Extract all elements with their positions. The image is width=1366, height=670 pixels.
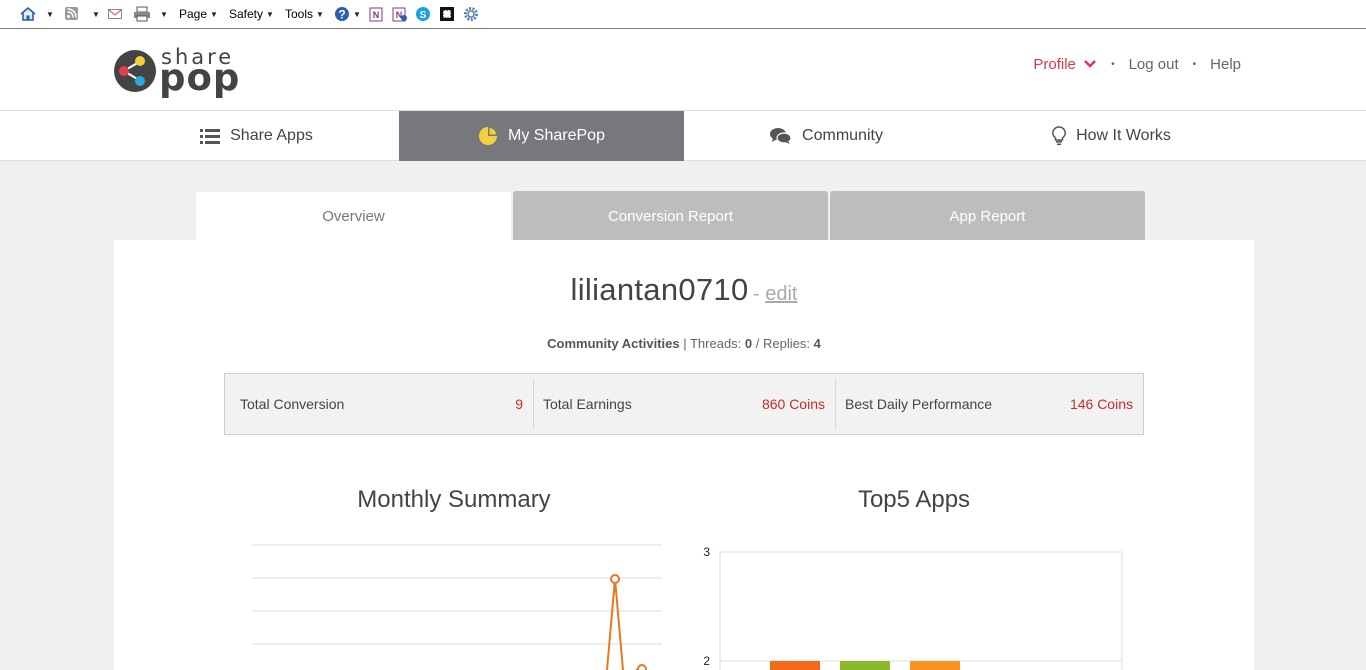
help-question-icon: ? bbox=[335, 7, 349, 22]
svg-text:S: S bbox=[420, 10, 427, 21]
site-header: share pop Profile • Log out • Help bbox=[0, 29, 1366, 111]
stat-label: Best Daily Performance bbox=[845, 396, 993, 412]
safety-menu[interactable]: Safety ▼ bbox=[229, 5, 274, 23]
nav-my-sharepop[interactable]: My SharePop bbox=[399, 111, 684, 161]
help-link[interactable]: Help bbox=[1210, 56, 1241, 73]
nav-label: Share Apps bbox=[230, 127, 313, 144]
edit-prefix: - bbox=[752, 283, 766, 305]
logo-share-icon bbox=[114, 50, 156, 92]
mail-button[interactable] bbox=[107, 5, 123, 23]
gear-icon bbox=[464, 7, 478, 21]
chevron-down-icon bbox=[1084, 60, 1096, 68]
community-activities-label: Community Activities bbox=[547, 336, 680, 351]
nav-label: How It Works bbox=[1076, 127, 1171, 144]
separator-dot: • bbox=[1111, 59, 1115, 70]
bar[interactable] bbox=[910, 661, 960, 670]
list-icon bbox=[200, 129, 221, 144]
svg-text:?: ? bbox=[338, 8, 345, 22]
username: liliantan0710 bbox=[570, 272, 749, 307]
tools-menu[interactable]: Tools ▼ bbox=[285, 5, 324, 23]
stat-value: 860 Coins bbox=[761, 396, 825, 412]
home-button[interactable]: ▼ bbox=[19, 5, 54, 23]
stat-label: Total Earnings bbox=[543, 396, 632, 412]
page-menu[interactable]: Page ▼ bbox=[179, 5, 218, 23]
stat-total-earnings: Total Earnings 860 Coins bbox=[528, 374, 835, 434]
nav-community[interactable]: Community bbox=[684, 111, 969, 161]
pie-chart-icon bbox=[479, 127, 498, 145]
replies-label: Replies: bbox=[763, 336, 810, 351]
rss-feed-icon bbox=[65, 7, 78, 20]
logo-pop-text: pop bbox=[159, 56, 241, 99]
home-icon bbox=[20, 6, 36, 21]
nav-how-it-works[interactable]: How It Works bbox=[969, 111, 1254, 161]
feeds-button[interactable]: ▼ bbox=[64, 5, 100, 23]
main-nav: Share Apps My SharePop Community How It … bbox=[0, 111, 1366, 161]
onenote-icon: N bbox=[369, 7, 383, 22]
browser-command-bar: ▼ ▼ ▼ Page ▼ Safety ▼ Tools ▼ ? ▼ N N S bbox=[0, 0, 1366, 29]
stat-value: 146 Coins bbox=[1069, 396, 1133, 412]
nav-label: Community bbox=[802, 127, 883, 144]
top5-apps-chart: 3 2 bbox=[703, 545, 1123, 670]
y-tick-label: 2 bbox=[703, 654, 710, 668]
monthly-summary-chart bbox=[252, 544, 662, 670]
skype-button[interactable]: S bbox=[415, 5, 431, 23]
stat-best-daily: Best Daily Performance 146 Coins bbox=[830, 374, 1143, 434]
edit-profile-link[interactable]: edit bbox=[765, 283, 797, 305]
top5-apps-title: Top5 Apps bbox=[857, 486, 971, 513]
monthly-summary-title: Monthly Summary bbox=[357, 486, 551, 513]
tab-overview[interactable]: Overview bbox=[196, 192, 511, 241]
mail-icon bbox=[108, 9, 122, 19]
screenshot-button[interactable] bbox=[439, 5, 455, 23]
help-menu[interactable]: ? ▼ bbox=[334, 5, 361, 23]
community-activities: Community Activities | Threads: 0 / Repl… bbox=[547, 336, 821, 351]
tab-app-report[interactable]: App Report bbox=[830, 191, 1145, 241]
settings-button[interactable] bbox=[463, 5, 479, 23]
sharepop-logo[interactable]: share pop bbox=[113, 45, 253, 99]
skype-icon: S bbox=[416, 7, 430, 21]
chat-bubbles-icon bbox=[770, 128, 792, 144]
bar[interactable] bbox=[770, 661, 820, 670]
profile-heading: liliantan0710 - edit bbox=[114, 272, 1254, 308]
onenote-linked-button[interactable]: N bbox=[391, 5, 407, 23]
svg-text:N: N bbox=[373, 10, 380, 20]
stats-summary: Total Conversion 9 Total Earnings 860 Co… bbox=[224, 373, 1144, 435]
data-point[interactable] bbox=[610, 574, 620, 584]
printer-icon bbox=[134, 6, 150, 22]
separator-dot: • bbox=[1192, 59, 1197, 70]
onenote-button[interactable]: N bbox=[368, 5, 384, 23]
profile-label: Profile bbox=[1033, 56, 1076, 73]
data-point[interactable] bbox=[637, 664, 647, 670]
bar[interactable] bbox=[840, 661, 890, 670]
overview-panel: liliantan0710 - edit Community Activitie… bbox=[114, 240, 1254, 670]
replies-count: 4 bbox=[813, 336, 821, 351]
onenote-linked-icon: N bbox=[392, 7, 407, 22]
plot-area bbox=[719, 551, 1123, 670]
stat-label: Total Conversion bbox=[240, 396, 345, 412]
stat-value: 9 bbox=[515, 396, 523, 412]
account-links: Profile • Log out • Help bbox=[1033, 56, 1241, 73]
screenshot-icon bbox=[440, 7, 454, 21]
threads-count: 0 bbox=[744, 336, 753, 351]
lightbulb-icon bbox=[1052, 126, 1067, 146]
tab-conversion-report[interactable]: Conversion Report bbox=[513, 191, 828, 241]
series-line bbox=[606, 578, 643, 670]
logout-link[interactable]: Log out bbox=[1129, 56, 1179, 73]
y-tick-label: 3 bbox=[703, 545, 710, 559]
nav-share-apps[interactable]: Share Apps bbox=[114, 111, 399, 161]
print-button[interactable]: ▼ bbox=[133, 5, 168, 23]
stat-total-conversion: Total Conversion 9 bbox=[225, 374, 533, 434]
nav-label: My SharePop bbox=[508, 127, 605, 144]
profile-menu[interactable]: Profile bbox=[1033, 56, 1097, 73]
threads-label: Threads: bbox=[689, 336, 742, 351]
